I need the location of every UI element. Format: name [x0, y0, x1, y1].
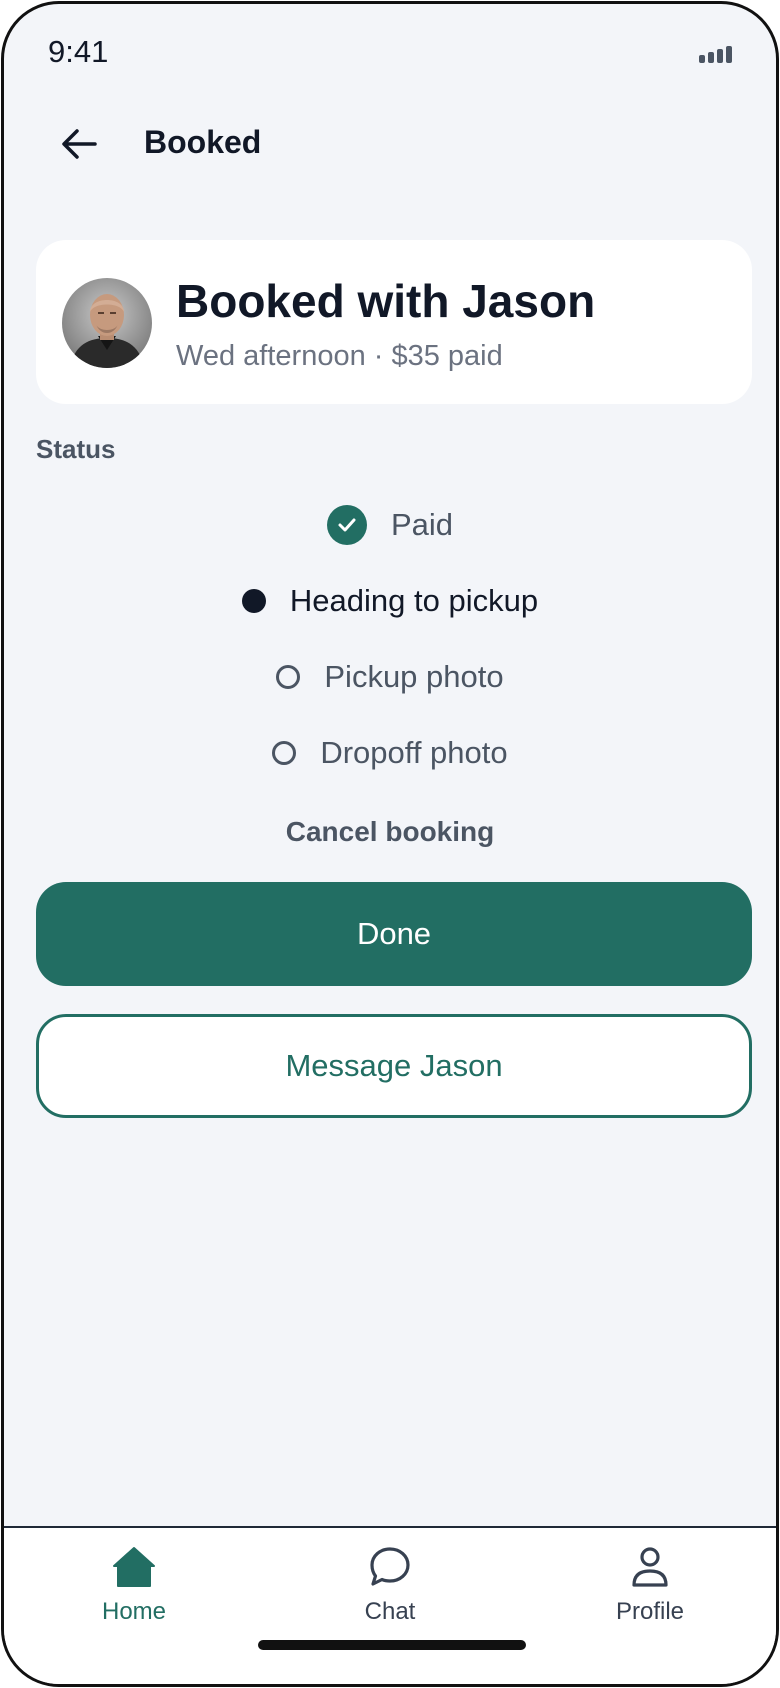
bottom-tab-bar: Home Chat Profile [4, 1526, 776, 1684]
status-section-label: Status [36, 434, 116, 464]
tab-profile[interactable]: Profile [550, 1528, 750, 1648]
status-step-label: Heading to pickup [289, 583, 539, 618]
cancel-booking-link[interactable]: Cancel booking [4, 816, 776, 848]
signal-bars-icon [699, 46, 732, 63]
phone-screen: 9:41 Booked Booked with Jason Wed aftern… [1, 1, 779, 1687]
home-indicator[interactable] [258, 1640, 526, 1650]
check-circle-icon [326, 505, 367, 545]
tab-chat[interactable]: Chat [290, 1528, 490, 1648]
avatar [62, 278, 152, 368]
status-step-pickup-photo: Pickup photo [4, 652, 776, 702]
filled-dot-icon [241, 589, 266, 613]
arrow-left-icon [62, 129, 97, 159]
booking-subtitle: Wed afternoon · $35 paid [176, 340, 503, 372]
chat-bubble-icon [370, 1547, 410, 1586]
person-icon [632, 1547, 668, 1587]
empty-circle-icon [272, 741, 297, 765]
page-title: Booked [144, 124, 262, 160]
back-button[interactable] [54, 122, 104, 166]
status-step-dropoff-photo: Dropoff photo [4, 728, 776, 778]
done-button[interactable]: Done [36, 882, 752, 986]
status-step-paid: Paid [4, 500, 776, 550]
home-icon [113, 1547, 155, 1587]
tab-label: Profile [615, 1598, 685, 1625]
tab-label: Home [101, 1598, 167, 1625]
message-jason-button[interactable]: Message Jason [36, 1014, 752, 1118]
tab-label: Chat [364, 1598, 416, 1625]
status-step-label: Dropoff photo [320, 735, 508, 770]
tab-home[interactable]: Home [34, 1528, 234, 1648]
status-step-heading-to-pickup: Heading to pickup [4, 576, 776, 626]
status-bar-time: 9:41 [48, 34, 109, 69]
booking-title: Booked with Jason [176, 275, 596, 327]
status-step-label: Pickup photo [324, 659, 504, 694]
status-step-label: Paid [390, 507, 454, 542]
empty-circle-icon [276, 665, 301, 689]
booking-summary-card: Booked with Jason Wed afternoon · $35 pa… [36, 240, 752, 404]
